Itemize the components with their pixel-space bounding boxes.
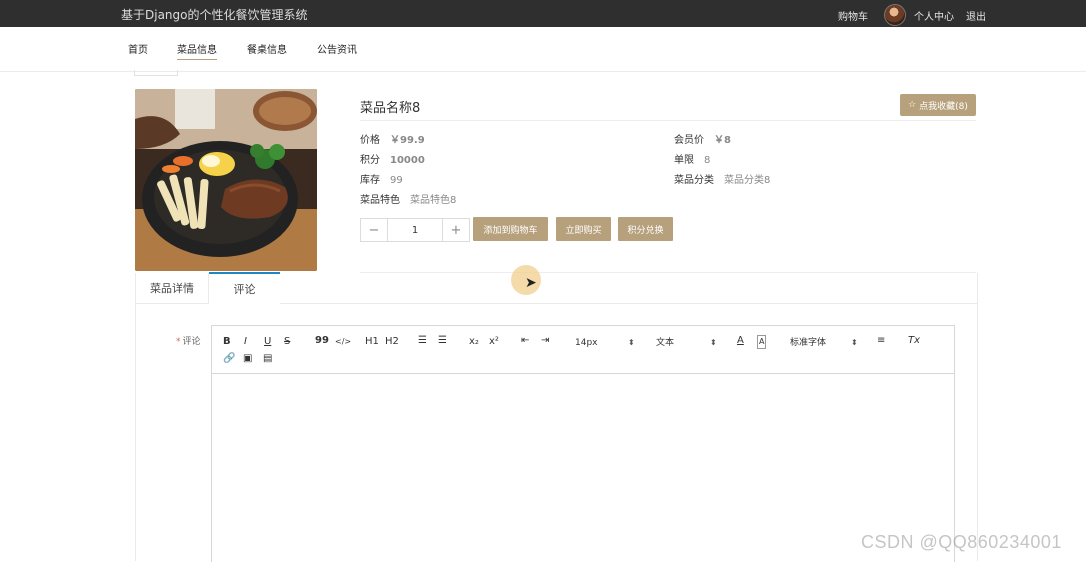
member-price-value: ￥8 [714, 135, 731, 146]
comment-label: * 评论 [176, 334, 201, 347]
clear-format-icon[interactable]: Tx [908, 335, 920, 347]
add-to-cart-button[interactable]: 添加到购物车 [473, 217, 548, 241]
category-field: 菜品分类 菜品分类8 [674, 171, 770, 186]
cart-link[interactable]: 购物车 [838, 8, 868, 23]
text-style-select[interactable]: 文本 [656, 337, 674, 349]
favorite-button-label: 点我收藏(8) [919, 101, 968, 112]
feature-field: 菜品特色 菜品特色8 [360, 191, 456, 206]
plus-icon[interactable]: + [443, 219, 469, 241]
h2-icon[interactable]: H2 [385, 336, 399, 348]
quantity-input[interactable]: 1 [387, 219, 443, 241]
italic-icon[interactable]: I [244, 336, 247, 348]
font-family-chevron-icon[interactable]: ⬍ [851, 337, 858, 349]
member-price-field: 会员价 ￥8 [674, 131, 731, 146]
points-label: 积分 [360, 155, 380, 166]
image-icon[interactable]: ▣ [243, 353, 252, 365]
category-value: 菜品分类8 [724, 175, 771, 186]
limit-field: 单限 8 [674, 151, 710, 166]
code-icon[interactable]: </> [335, 336, 351, 348]
price-label: 价格 [360, 135, 380, 146]
link-icon[interactable]: 🔗 [223, 353, 235, 365]
stock-label: 库存 [360, 175, 380, 186]
top-bar: 基于Django的个性化餐饮管理系统 购物车 个人中心 退出 [0, 0, 1086, 27]
breadcrumb-tab-stub [134, 70, 178, 76]
logout-link[interactable]: 退出 [966, 8, 986, 23]
feature-value: 菜品特色8 [410, 195, 457, 206]
member-price-label: 会员价 [674, 135, 704, 146]
quantity-stepper: − 1 + [360, 218, 470, 242]
underline-icon[interactable]: U [264, 336, 271, 348]
required-mark: * [176, 337, 181, 347]
points-field: 积分 10000 [360, 151, 425, 166]
stock-field: 库存 99 [360, 171, 403, 186]
font-family-select[interactable]: 标准字体 [790, 337, 826, 349]
nav-item-tables[interactable]: 餐桌信息 [247, 41, 287, 56]
divider [360, 120, 976, 121]
indent-icon[interactable]: ⇥ [541, 335, 549, 347]
category-label: 菜品分类 [674, 175, 714, 186]
tab-comment[interactable]: 评论 [209, 272, 280, 304]
nav-item-home[interactable]: 首页 [128, 41, 148, 56]
bold-icon[interactable]: B [223, 336, 231, 348]
dish-name: 菜品名称8 [360, 101, 421, 116]
strike-icon[interactable]: S [284, 336, 290, 348]
superscript-icon[interactable]: x² [489, 336, 499, 348]
editor-content-area[interactable] [212, 374, 954, 562]
bullet-list-icon[interactable]: ☰ [438, 335, 447, 347]
subscript-icon[interactable]: x₂ [469, 336, 479, 348]
price-value: ￥99.9 [390, 135, 425, 146]
system-title: 基于Django的个性化餐饮管理系统 [121, 8, 308, 22]
tab-details[interactable]: 菜品详情 [136, 273, 209, 303]
font-size-select[interactable]: 14px [575, 337, 598, 349]
user-center-link[interactable]: 个人中心 [914, 8, 954, 23]
main-nav: 首页 菜品信息 餐桌信息 公告资讯 [0, 27, 1086, 72]
font-color-icon[interactable]: A [737, 335, 744, 347]
align-icon[interactable]: ≡ [877, 335, 885, 347]
comment-label-text: 评论 [182, 337, 201, 347]
buy-now-button[interactable]: 立即购买 [556, 217, 611, 241]
nav-item-dishes[interactable]: 菜品信息 [177, 41, 217, 60]
outdent-icon[interactable]: ⇤ [521, 335, 529, 347]
points-exchange-button[interactable]: 积分兑换 [618, 217, 673, 241]
stock-value: 99 [390, 175, 403, 186]
editor-toolbar: B I U S 99 </> H1 H2 ☰ ☰ x₂ x² ⇤ ⇥ 14px … [212, 326, 954, 374]
watermark: CSDN @QQ860234001 [861, 532, 1062, 552]
limit-label: 单限 [674, 155, 694, 166]
text-style-chevron-icon[interactable]: ⬍ [710, 337, 717, 349]
minus-icon[interactable]: − [361, 219, 387, 241]
star-icon: ☆ [908, 100, 917, 110]
dish-image [135, 89, 317, 271]
feature-label: 菜品特色 [360, 195, 400, 206]
nav-item-news[interactable]: 公告资讯 [317, 41, 357, 56]
ordered-list-icon[interactable]: ☰ [418, 335, 427, 347]
video-icon[interactable]: ▤ [263, 353, 272, 365]
h1-icon[interactable]: H1 [365, 336, 379, 348]
quote-icon[interactable]: 99 [315, 335, 329, 347]
background-color-icon[interactable]: A [757, 335, 767, 349]
avatar[interactable] [884, 4, 906, 26]
points-value: 10000 [390, 155, 425, 166]
mouse-cursor-icon: ➤ [525, 275, 537, 291]
favorite-button[interactable]: ☆ 点我收藏(8) [900, 94, 976, 116]
limit-value: 8 [704, 155, 711, 166]
price-field: 价格 ￥99.9 [360, 131, 425, 146]
font-size-chevron-icon[interactable]: ⬍ [628, 337, 635, 349]
rich-text-editor: B I U S 99 </> H1 H2 ☰ ☰ x₂ x² ⇤ ⇥ 14px … [211, 325, 955, 562]
